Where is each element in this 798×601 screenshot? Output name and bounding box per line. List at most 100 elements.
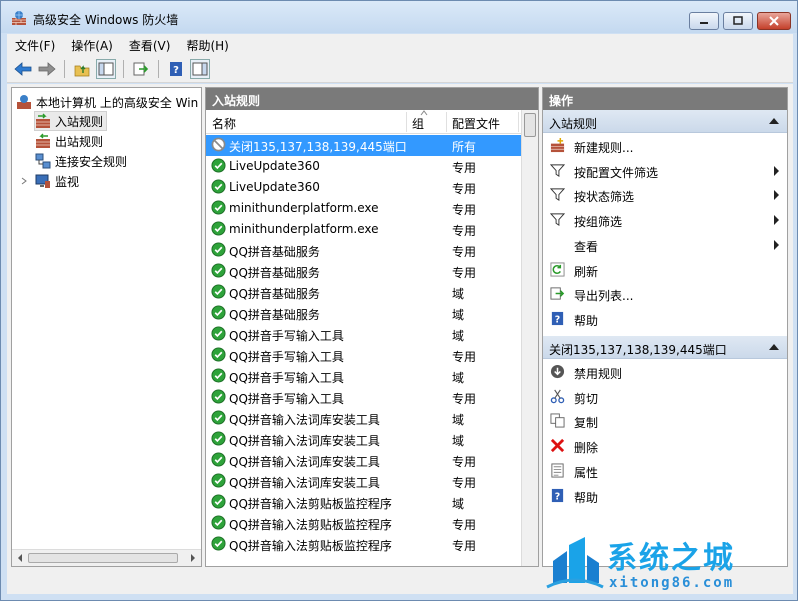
column-group[interactable]: 组 [412, 115, 424, 132]
actions-header: 操作 [543, 88, 787, 110]
scroll-thumb[interactable] [524, 113, 536, 137]
rule-profile: 专用 [452, 161, 477, 175]
scroll-thumb[interactable] [28, 553, 178, 563]
submenu-arrow-icon [774, 190, 779, 201]
section-selected-rule-header[interactable]: 关闭135,137,138,139,445端口 [543, 336, 787, 359]
forward-button[interactable] [37, 59, 57, 79]
show-hide-tree-button[interactable] [96, 59, 116, 79]
rule-profile: 专用 [452, 455, 477, 469]
tree-item-monitoring[interactable]: 监视 [20, 171, 79, 191]
rule-row[interactable]: QQ拼音手写输入工具 专用 [206, 345, 521, 366]
tree-horizontal-scrollbar[interactable] [12, 549, 201, 566]
minimize-button[interactable] [689, 12, 719, 30]
back-arrow-icon [14, 62, 32, 76]
tree-item-inbound-rules[interactable]: 入站规则 [34, 111, 108, 131]
svg-text:?: ? [173, 65, 179, 76]
watermark-url: xitong86.com [609, 575, 735, 591]
rule-name: minithunderplatform.exe [229, 222, 379, 236]
column-divider[interactable] [406, 112, 407, 132]
action-item[interactable]: ? 帮助 [543, 484, 787, 507]
minimize-icon [700, 22, 708, 24]
action-item[interactable]: 导出列表... [543, 282, 787, 305]
rule-profile: 所有 [452, 140, 477, 154]
up-folder-button[interactable] [72, 59, 92, 79]
action-item[interactable]: 剪切 [543, 385, 787, 408]
rule-profile: 专用 [452, 392, 477, 406]
action-item[interactable]: 按配置文件筛选 [543, 159, 787, 182]
cut-icon [550, 389, 565, 403]
rule-row[interactable]: QQ拼音基础服务 专用 [206, 240, 521, 261]
action-item[interactable]: 按组筛选 [543, 208, 787, 231]
action-item[interactable]: 新建规则... [543, 134, 787, 157]
rule-row[interactable]: QQ拼音手写输入工具 域 [206, 366, 521, 387]
action-item[interactable]: 删除 [543, 434, 787, 457]
tree-item-connection-security-rules[interactable]: 连接安全规则 [35, 151, 127, 171]
action-item[interactable]: 刷新 [543, 258, 787, 281]
title-bar: 高级安全 Windows 防火墙 [1, 1, 797, 33]
allowed-rule-icon [211, 326, 226, 341]
rule-name: QQ拼音基础服务 [229, 245, 320, 259]
rule-row[interactable]: QQ拼音基础服务 域 [206, 282, 521, 303]
action-label: 帮助 [574, 313, 599, 328]
rule-row[interactable]: 关闭135,137,138,139,445端口 所有 [206, 135, 521, 156]
expand-chevron-icon[interactable] [20, 173, 28, 189]
rule-row[interactable]: minithunderplatform.exe 专用 [206, 219, 521, 240]
rule-row[interactable]: QQ拼音输入法词库安装工具 域 [206, 408, 521, 429]
rule-row[interactable]: QQ拼音输入法剪贴板监控程序 专用 [206, 534, 521, 555]
show-hide-action-pane-button[interactable] [190, 59, 210, 79]
filter-icon [550, 164, 565, 177]
tree-root[interactable]: 本地计算机 上的高级安全 Win [16, 92, 198, 112]
rule-name: QQ拼音手写输入工具 [229, 371, 344, 385]
toolbar-separator [158, 60, 159, 78]
tree-item-outbound-rules[interactable]: 出站规则 [35, 131, 103, 151]
scroll-left-icon[interactable] [14, 550, 26, 566]
menu-help[interactable]: 帮助(H) [178, 37, 236, 54]
action-item[interactable]: 按状态筛选 [543, 183, 787, 206]
list-vertical-scrollbar[interactable] [521, 110, 538, 566]
help-icon: ? [170, 62, 182, 76]
action-item[interactable]: 禁用规则 [543, 360, 787, 383]
rule-name: minithunderplatform.exe [229, 201, 379, 215]
rule-name: QQ拼音基础服务 [229, 308, 320, 322]
rule-row[interactable]: QQ拼音输入法剪贴板监控程序 专用 [206, 513, 521, 534]
rule-row[interactable]: LiveUpdate360 专用 [206, 177, 521, 198]
rule-row[interactable]: QQ拼音输入法词库安装工具 专用 [206, 471, 521, 492]
back-button[interactable] [13, 59, 33, 79]
menu-action[interactable]: 操作(A) [63, 37, 121, 54]
scroll-right-icon[interactable] [187, 550, 199, 566]
action-label: 禁用规则 [574, 367, 623, 381]
collapse-icon[interactable] [769, 344, 779, 350]
action-item[interactable]: 复制 [543, 409, 787, 432]
rule-row[interactable]: QQ拼音基础服务 域 [206, 303, 521, 324]
action-item[interactable]: 查看 [543, 233, 787, 256]
rule-row[interactable]: LiveUpdate360 专用 [206, 156, 521, 177]
rule-profile: 域 [452, 497, 465, 511]
sort-asc-icon [420, 110, 428, 116]
rule-row[interactable]: QQ拼音输入法词库安装工具 专用 [206, 450, 521, 471]
export-list-button[interactable] [131, 59, 151, 79]
collapse-icon[interactable] [769, 118, 779, 124]
rule-name: QQ拼音输入法剪贴板监控程序 [229, 539, 392, 553]
rule-row[interactable]: minithunderplatform.exe 专用 [206, 198, 521, 219]
rule-row[interactable]: QQ拼音手写输入工具 域 [206, 324, 521, 345]
column-name[interactable]: 名称 [212, 115, 236, 132]
action-item[interactable]: 属性 [543, 459, 787, 482]
action-item[interactable]: ? 帮助 [543, 307, 787, 330]
help-button[interactable]: ? [166, 59, 186, 79]
maximize-button[interactable] [723, 12, 753, 30]
rule-row[interactable]: QQ拼音手写输入工具 专用 [206, 387, 521, 408]
section-inbound-rules-header[interactable]: 入站规则 [543, 110, 787, 133]
rule-row[interactable]: QQ拼音输入法剪贴板监控程序 域 [206, 492, 521, 513]
close-button[interactable] [757, 12, 791, 30]
menu-view[interactable]: 查看(V) [121, 37, 179, 54]
rule-row[interactable]: QQ拼音基础服务 专用 [206, 261, 521, 282]
rule-profile: 域 [452, 308, 465, 322]
column-divider[interactable] [518, 112, 519, 132]
rule-row[interactable]: QQ拼音输入法词库安装工具 域 [206, 429, 521, 450]
column-profile[interactable]: 配置文件 [452, 115, 500, 132]
help-icon: ? [551, 311, 564, 325]
firewall-app-icon [12, 11, 26, 25]
menu-file[interactable]: 文件(F) [7, 37, 63, 54]
column-divider[interactable] [446, 112, 447, 132]
watermark: 系统之城 xitong86.com [543, 529, 793, 599]
